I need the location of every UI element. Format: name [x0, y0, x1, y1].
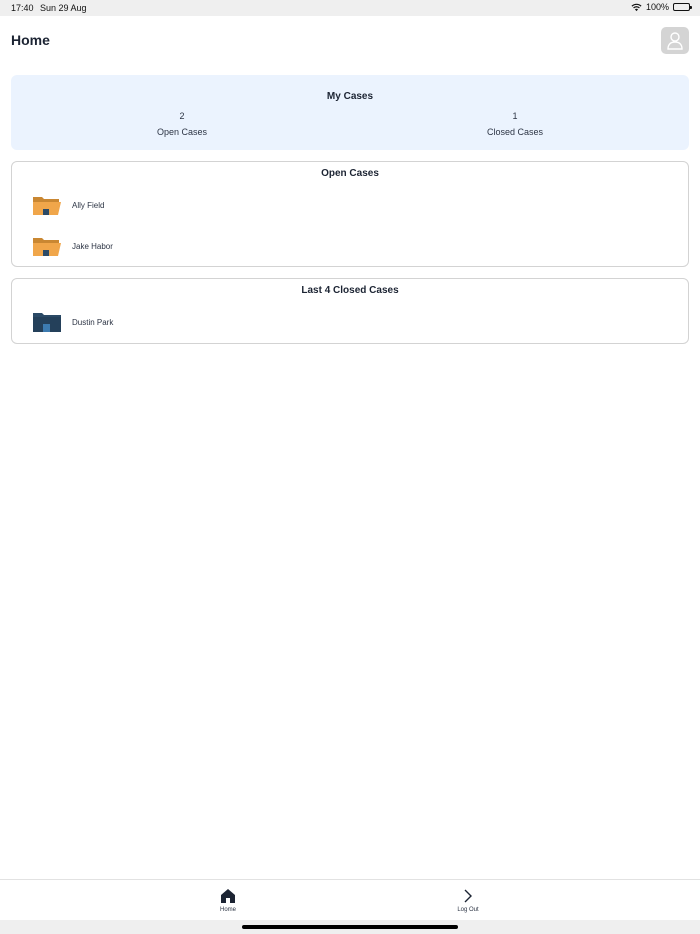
page-title: Home: [11, 32, 50, 48]
open-folder-icon: [33, 197, 61, 215]
tab-home[interactable]: Home: [198, 888, 258, 913]
status-time: 17:40: [11, 3, 34, 13]
chevron-right-icon: [464, 889, 472, 903]
closed-cases-label: Closed Cases: [486, 127, 544, 137]
closed-folder-icon: [33, 313, 61, 332]
tab-bar: Home Log Out: [0, 879, 700, 920]
closed-cases-stat[interactable]: 1 Closed Cases: [415, 111, 615, 137]
open-folder-icon: [33, 238, 61, 256]
home-indicator-area: [0, 920, 700, 934]
open-cases-label: Open Cases: [156, 127, 208, 137]
tab-logout-label: Log Out: [457, 907, 479, 913]
tab-home-label: Home: [219, 907, 236, 913]
status-date: Sun 29 Aug: [40, 3, 87, 13]
tab-logout[interactable]: Log Out: [438, 888, 498, 913]
user-icon: [667, 31, 683, 50]
my-cases-panel: My Cases 2 Open Cases 1 Closed Cases: [11, 75, 689, 150]
status-right: 100%: [631, 2, 692, 12]
open-cases-card: Open Cases Ally Field Jake Habor: [11, 161, 689, 267]
battery-icon: [673, 3, 692, 11]
home-screen: 17:40 Sun 29 Aug 100% Home My Cases 2 Op…: [0, 0, 700, 934]
open-case-row[interactable]: Ally Field: [32, 194, 104, 216]
open-case-name: Jake Habor: [72, 241, 113, 251]
battery-percent: 100%: [645, 2, 669, 12]
open-cases-count: 2: [179, 111, 185, 121]
closed-cases-card-title: Last 4 Closed Cases: [301, 285, 399, 296]
open-cases-card-title: Open Cases: [321, 168, 379, 179]
status-bar: 17:40 Sun 29 Aug 100%: [0, 0, 700, 16]
home-icon: [221, 889, 235, 903]
closed-cases-count: 1: [512, 111, 518, 121]
home-indicator[interactable]: [242, 925, 458, 929]
closed-cases-card: Last 4 Closed Cases Dustin Park: [11, 278, 689, 344]
open-cases-stat[interactable]: 2 Open Cases: [82, 111, 282, 137]
profile-button[interactable]: [661, 27, 689, 54]
open-case-row[interactable]: Jake Habor: [32, 235, 113, 257]
my-cases-title: My Cases: [326, 91, 374, 102]
closed-case-name: Dustin Park: [72, 317, 114, 327]
open-case-name: Ally Field: [72, 200, 105, 210]
closed-case-row[interactable]: Dustin Park: [32, 311, 113, 333]
wifi-icon: [631, 3, 642, 11]
